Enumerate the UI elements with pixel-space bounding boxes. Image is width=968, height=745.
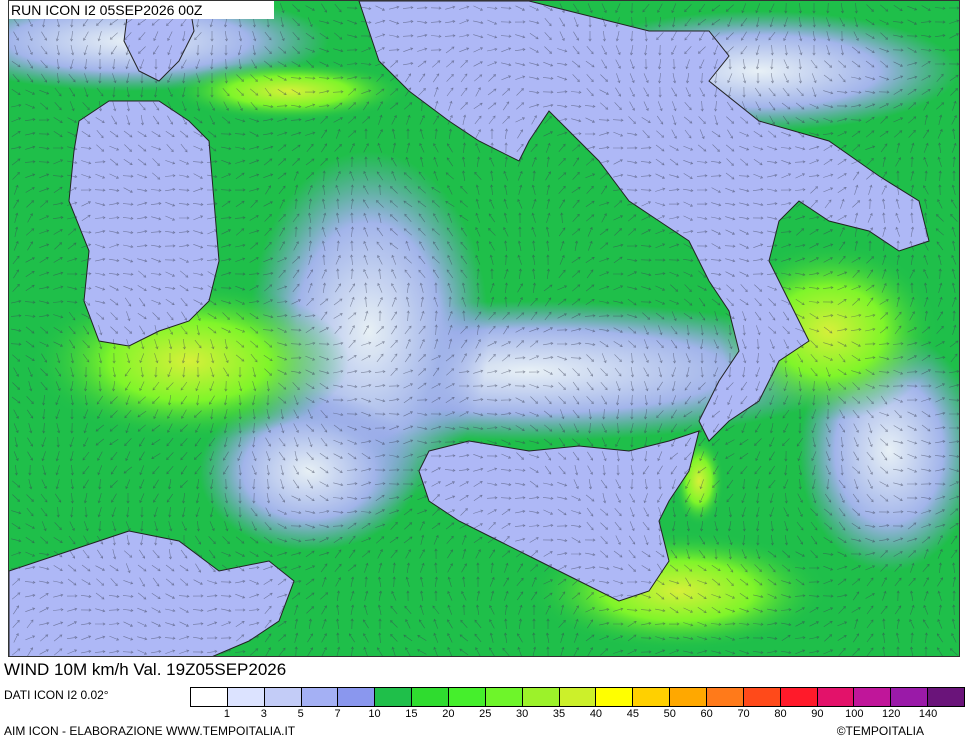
colorbar-tick-label: 10 [368, 708, 381, 720]
colorbar-tick-label: 3 [260, 708, 267, 720]
colorbar-tick-label: 7 [334, 708, 341, 720]
colorbar-tick-label: 25 [479, 708, 492, 720]
colorbar-swatch [301, 688, 339, 706]
colorbar-tick-label: 35 [552, 708, 566, 720]
colorbar-swatch [891, 688, 929, 706]
colorbar-swatch [227, 688, 265, 706]
colorbar-swatch [743, 688, 781, 706]
copyright-label: ©TEMPOITALIA [836, 724, 924, 738]
colorbar-tick-label: 15 [405, 708, 418, 720]
colorbar-tick-label: 5 [297, 708, 304, 720]
colorbar-swatch [449, 688, 486, 706]
colorbar-swatch [633, 688, 671, 706]
colorbar-tick-label: 50 [663, 708, 676, 720]
colorbar-swatch [596, 688, 634, 706]
run-label: RUN ICON I2 05SEP2026 00Z [9, 1, 274, 19]
colorbar-tick-label: 120 [882, 708, 901, 720]
colorbar-swatch [522, 688, 560, 706]
colorbar-swatch [928, 688, 965, 706]
colorbar-tick-label: 140 [918, 708, 938, 720]
sardinia-island [68, 100, 220, 347]
colorbar-swatch [817, 688, 855, 706]
colorbar-swatch [780, 688, 818, 706]
colorbar-swatch [264, 688, 302, 706]
colorbar-tick-label: 1 [223, 708, 230, 720]
colorbar-swatch [412, 688, 450, 706]
colorbar-swatch [485, 688, 523, 706]
colorbar-swatch [375, 688, 413, 706]
colorbar-tick-label: 80 [774, 708, 787, 720]
colorbar-tick-labels: 1 3 5 7 10 15 20 25 30 35 40 45 50 60 70 80 90 100 120 140 [190, 708, 965, 722]
wind-speed-colorbar [190, 687, 965, 707]
colorbar-tick-label: 70 [737, 708, 750, 720]
colorbar-swatch [707, 688, 744, 706]
colorbar-swatch [191, 688, 228, 706]
colorbar-swatch [670, 688, 708, 706]
colorbar-tick-label: 40 [589, 708, 603, 720]
colorbar-swatch [559, 688, 597, 706]
colorbar-swatch [854, 688, 892, 706]
colorbar-tick-label: 90 [811, 708, 824, 720]
map-title: WIND 10M km/h Val. 19Z05SEP2026 [0, 657, 414, 683]
colorbar-tick-label: 30 [516, 708, 529, 720]
colorbar-swatch [338, 688, 376, 706]
colorbar-tick-label: 100 [845, 708, 864, 720]
colorbar-tick-label: 60 [700, 708, 713, 720]
credit-label: AIM ICON - ELABORAZIONE WWW.TEMPOITALIA.… [4, 724, 296, 738]
wind-map-canvas [9, 1, 959, 656]
colorbar-tick-label: 20 [442, 708, 455, 720]
data-source-label: DATI ICON I2 0.02° [4, 688, 109, 702]
colorbar-tick-label: 45 [626, 708, 639, 720]
wind-map: RUN ICON I2 05SEP2026 00Z [8, 0, 960, 657]
